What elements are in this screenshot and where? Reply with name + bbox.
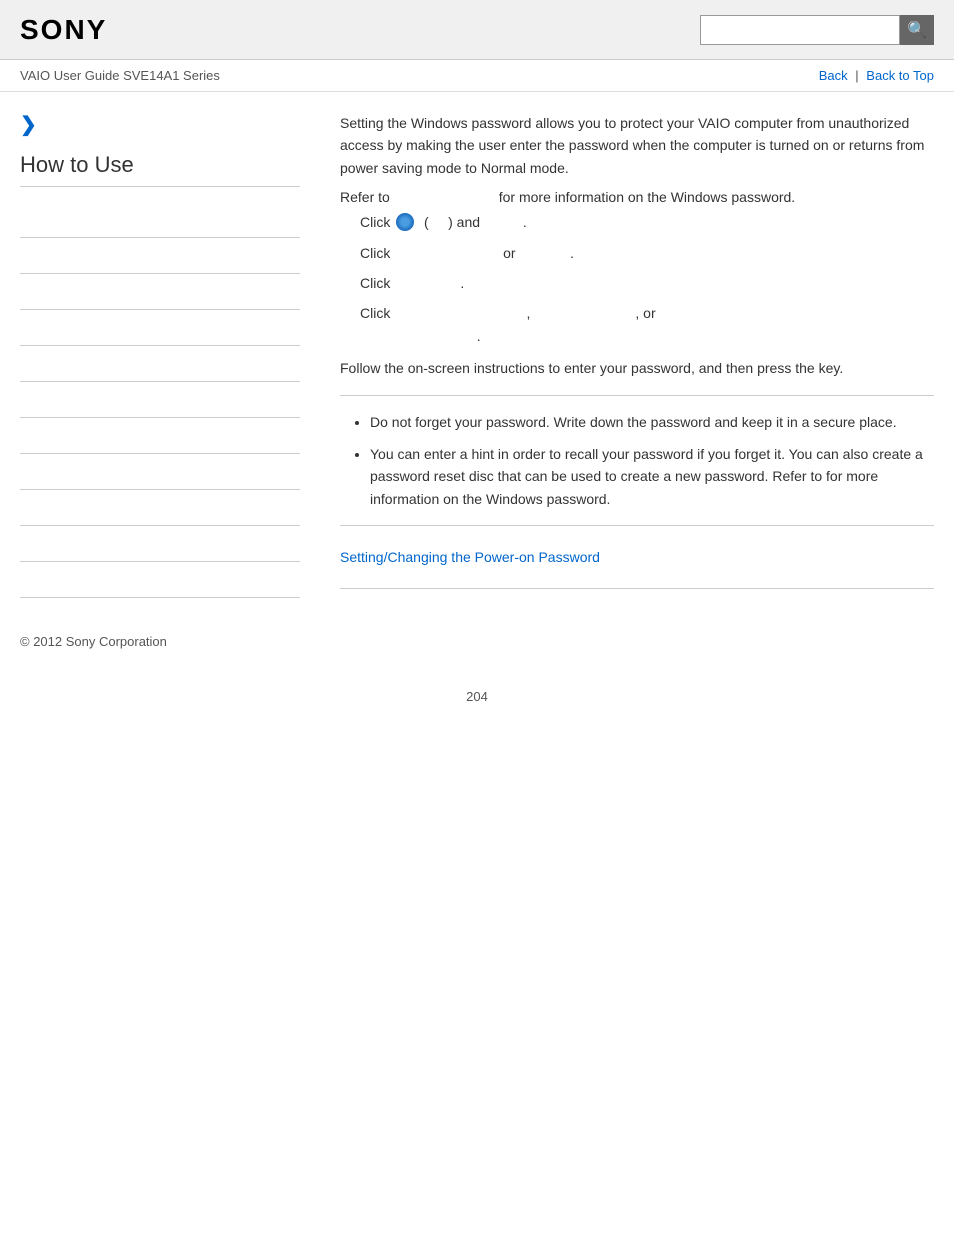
sidebar-nav-link[interactable] [20, 573, 24, 588]
list-item [20, 454, 300, 490]
list-item [20, 382, 300, 418]
windows-start-icon [396, 213, 414, 231]
related-link-power-on-password[interactable]: Setting/Changing the Power-on Password [340, 541, 934, 573]
search-button[interactable]: 🔍 [900, 15, 934, 45]
list-item [20, 310, 300, 346]
page-footer: © 2012 Sony Corporation [0, 604, 954, 669]
search-area: 🔍 [700, 15, 934, 45]
sidebar-nav-link[interactable] [20, 285, 24, 300]
guide-title: VAIO User Guide SVE14A1 Series [20, 68, 220, 83]
sidebar-nav-link[interactable] [20, 501, 24, 516]
sony-logo: SONY [20, 14, 107, 46]
steps-list: Click ( ) and . Click or . Click . [360, 211, 934, 347]
follow-instructions: Follow the on-screen instructions to ent… [340, 357, 934, 379]
sidebar-nav-link[interactable] [20, 393, 24, 408]
step3-mid: . [394, 275, 464, 291]
main-container: ❯ How to Use Setting the Windows passwor… [0, 92, 954, 604]
list-item [20, 562, 300, 598]
sidebar-nav-link[interactable] [20, 213, 24, 228]
list-item [20, 238, 300, 274]
sidebar: ❯ How to Use [20, 112, 320, 604]
sidebar-nav-link[interactable] [20, 465, 24, 480]
step4-prefix: Click [360, 305, 390, 321]
step3-prefix: Click [360, 275, 390, 291]
sidebar-nav-link[interactable] [20, 429, 24, 444]
note-item-1: Do not forget your password. Write down … [370, 411, 934, 433]
section-divider [340, 395, 934, 396]
step-2: Click or . [360, 242, 934, 264]
step2-mid: or . [394, 245, 574, 261]
sidebar-nav-link[interactable] [20, 537, 24, 552]
step-4: Click , , or . [360, 302, 934, 347]
copyright-text: © 2012 Sony Corporation [20, 634, 167, 649]
list-item [20, 490, 300, 526]
sidebar-nav-list [20, 202, 300, 598]
sidebar-nav-link[interactable] [20, 249, 24, 264]
back-link[interactable]: Back [819, 68, 848, 83]
back-to-top-link[interactable]: Back to Top [866, 68, 934, 83]
step-3: Click . [360, 272, 934, 294]
step1-mid: ( ) and . [420, 214, 527, 230]
chevron-icon: ❯ [20, 112, 300, 137]
nav-separator: | [855, 68, 858, 83]
section-divider-3 [340, 588, 934, 589]
step4-mid: , , or [394, 305, 655, 321]
section-divider-2 [340, 525, 934, 526]
page-number: 204 [0, 669, 954, 724]
intro-paragraph: Setting the Windows password allows you … [340, 112, 934, 179]
sidebar-nav-link[interactable] [20, 357, 24, 372]
notes-list: Do not forget your password. Write down … [370, 411, 934, 511]
step1-prefix: Click [360, 214, 390, 230]
list-item [20, 202, 300, 238]
nav-links: Back | Back to Top [819, 68, 934, 83]
list-item [20, 274, 300, 310]
step-1: Click ( ) and . [360, 211, 934, 233]
list-item [20, 418, 300, 454]
sub-header: VAIO User Guide SVE14A1 Series Back | Ba… [0, 60, 954, 92]
note-item-2: You can enter a hint in order to recall … [370, 443, 934, 510]
refer-line: Refer to for more information on the Win… [340, 189, 934, 205]
main-content: Setting the Windows password allows you … [320, 112, 934, 604]
sidebar-title: How to Use [20, 152, 300, 187]
step2-prefix: Click [360, 245, 390, 261]
list-item [20, 346, 300, 382]
sidebar-nav-link[interactable] [20, 321, 24, 336]
search-icon: 🔍 [907, 20, 927, 40]
page-header: SONY 🔍 [0, 0, 954, 60]
list-item [20, 526, 300, 562]
search-input[interactable] [700, 15, 900, 45]
